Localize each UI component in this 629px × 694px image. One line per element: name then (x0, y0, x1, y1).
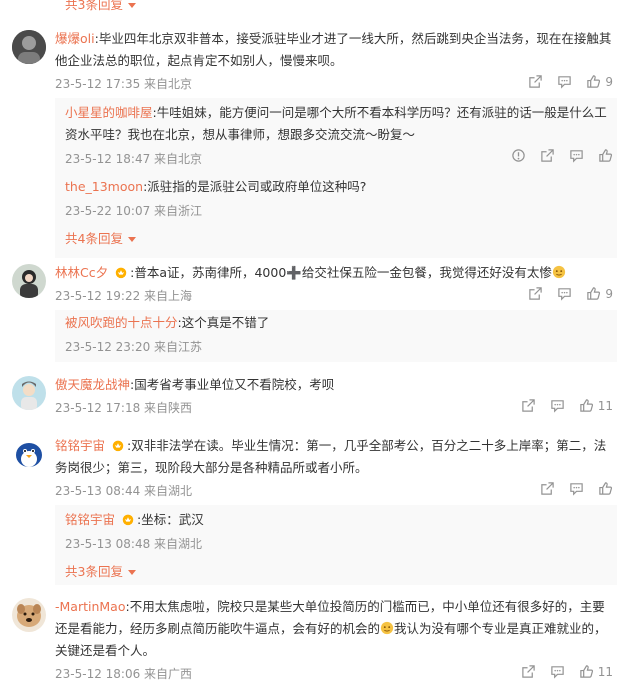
user-name[interactable]: 铭铭宇宙 (55, 438, 105, 453)
like-count: 11 (597, 398, 613, 413)
like-count: 11 (597, 664, 613, 679)
like-icon (586, 74, 601, 89)
comment-icon[interactable] (557, 286, 572, 301)
share-icon[interactable] (521, 664, 536, 679)
more-replies-label: 共4条回复 (65, 231, 123, 246)
caret-down-icon (127, 567, 137, 577)
user-name[interactable]: 傲天魔龙战神 (55, 377, 130, 392)
comment-text: -MartinMao:不用太焦虑啦，院校只是某些大单位投简历的门槛而已，中小单位… (55, 599, 607, 658)
like-button[interactable]: 9 (586, 286, 613, 301)
reply-meta: 23-5-12 18:47 来自北京 (65, 152, 203, 166)
reply-list: 小星星的咖啡屋:牛哇姐妹，能方便问一问是哪个大所不看本科学历吗？还有派驻的话一般… (55, 98, 617, 258)
share-icon[interactable] (521, 398, 536, 413)
reply-body: 坐标：武汉 (141, 512, 204, 527)
comment-body: 双非非法学在读。毕业生情况：第一，几乎全部考公，百分之二十多上岸率；第二，法务岗… (55, 438, 607, 475)
comment-actions (540, 481, 613, 496)
share-icon[interactable] (528, 286, 543, 301)
like-icon[interactable] (598, 148, 613, 163)
comment-meta: 23-5-12 17:18 来自陕西 (55, 401, 193, 415)
comment-actions: 9 (528, 286, 613, 301)
more-replies-label: 共3条回复 (65, 0, 123, 12)
comment-text: 林林Cc夕 :普本a证，苏南律所，4000➕给交社保五险一金包餐，我觉得还好没有… (55, 262, 617, 284)
like-icon[interactable] (598, 481, 613, 496)
member-badge-icon (121, 512, 135, 526)
caret-down-icon (127, 0, 137, 10)
avatar[interactable] (12, 376, 46, 410)
more-replies-link[interactable]: 共3条回复 (65, 561, 137, 580)
reply-meta: 23-5-12 23:20 来自江苏 (65, 340, 203, 354)
comment-icon[interactable] (569, 481, 584, 496)
share-icon[interactable] (540, 148, 555, 163)
reply-user-name[interactable]: 铭铭宇宙 (65, 512, 115, 527)
reply-text: 被风吹跑的十点十分:这个真是不错了 (65, 315, 270, 330)
user-name[interactable]: -MartinMao (55, 599, 125, 614)
avatar[interactable] (12, 264, 46, 298)
reply-meta: 23-5-13 08:48 来自湖北 (65, 537, 203, 551)
report-icon[interactable] (511, 148, 526, 163)
comment-meta: 23-5-12 17:35 来自北京 (55, 77, 193, 91)
like-count: 9 (605, 74, 613, 89)
comment-actions: 11 (521, 664, 613, 679)
more-replies-label: 共3条回复 (65, 564, 123, 579)
comment-text: 爆爆oli:毕业四年北京双非普本，接受派驻毕业才进了一线大所，然后跳到央企当法务… (55, 31, 612, 68)
reply-list: 铭铭宇宙 :坐标：武汉 23-5-13 08:48 来自湖北 共3条回复 (55, 505, 617, 585)
comment-body: 毕业四年北京双非普本，接受派驻毕业才进了一线大所，然后跳到央企当法务，现在在接触… (55, 31, 612, 68)
comment-meta: 23-5-12 18:06 来自广西 (55, 667, 193, 681)
more-replies-link[interactable]: 共3条回复 (65, 0, 137, 13)
comment-icon[interactable] (550, 664, 565, 679)
like-count: 9 (605, 286, 613, 301)
reply-list: 被风吹跑的十点十分:这个真是不错了 23-5-12 23:20 来自江苏 (55, 310, 617, 362)
like-icon (579, 664, 594, 679)
avatar[interactable] (12, 437, 46, 471)
more-replies-link[interactable]: 共4条回复 (65, 228, 137, 247)
comment-actions: 11 (521, 398, 613, 413)
comment-text: 傲天魔龙战神:国考省考事业单位又不看院校，考呗 (55, 377, 335, 392)
comment-icon[interactable] (550, 398, 565, 413)
reply-meta: 23-5-22 10:07 来自浙江 (65, 204, 203, 218)
comment-meta: 23-5-13 08:44 来自湖北 (55, 484, 193, 498)
caret-down-icon (127, 234, 137, 244)
comment-icon[interactable] (569, 148, 584, 163)
share-icon[interactable] (528, 74, 543, 89)
avatar[interactable] (12, 30, 46, 64)
reply-text: 小星星的咖啡屋:牛哇姐妹，能方便问一问是哪个大所不看本科学历吗？还有派驻的话一般… (65, 105, 607, 142)
user-name[interactable]: 林林Cc夕 (55, 265, 108, 280)
share-icon[interactable] (540, 481, 555, 496)
reply-text: 铭铭宇宙 :坐标：武汉 (65, 512, 204, 527)
member-badge-icon (111, 438, 125, 452)
member-badge-icon (114, 265, 128, 279)
reply-body: 派驻指的是派驻公司或政府单位这种吗? (147, 179, 367, 194)
reply-text: the_13moon:派驻指的是派驻公司或政府单位这种吗? (65, 179, 367, 194)
comment-text: 铭铭宇宙 :双非非法学在读。毕业生情况：第一，几乎全部考公，百分之二十多上岸率；… (55, 438, 607, 475)
reply-body: 这个真是不错了 (181, 315, 270, 330)
like-button[interactable]: 9 (586, 74, 613, 89)
comment-body: 普本a证，苏南律所，4000➕给交社保五险一金包餐，我觉得还好没有太惨 (134, 265, 552, 280)
reply-user-name[interactable]: the_13moon (65, 179, 143, 194)
emoji-icon (552, 265, 566, 279)
user-name[interactable]: 爆爆oli (55, 31, 95, 46)
like-button[interactable]: 11 (579, 398, 613, 413)
like-icon (579, 398, 594, 413)
reply-user-name[interactable]: 小星星的咖啡屋 (65, 105, 153, 120)
reply-actions (511, 148, 613, 163)
comment-actions: 9 (528, 74, 613, 89)
reply-user-name[interactable]: 被风吹跑的十点十分 (65, 315, 178, 330)
comment-body: 国考省考事业单位又不看院校，考呗 (134, 377, 335, 392)
emoji-icon (380, 621, 394, 635)
like-button[interactable]: 11 (579, 664, 613, 679)
like-icon (586, 286, 601, 301)
avatar[interactable] (12, 598, 46, 632)
comment-meta: 23-5-12 19:22 来自上海 (55, 289, 193, 303)
comment-icon[interactable] (557, 74, 572, 89)
